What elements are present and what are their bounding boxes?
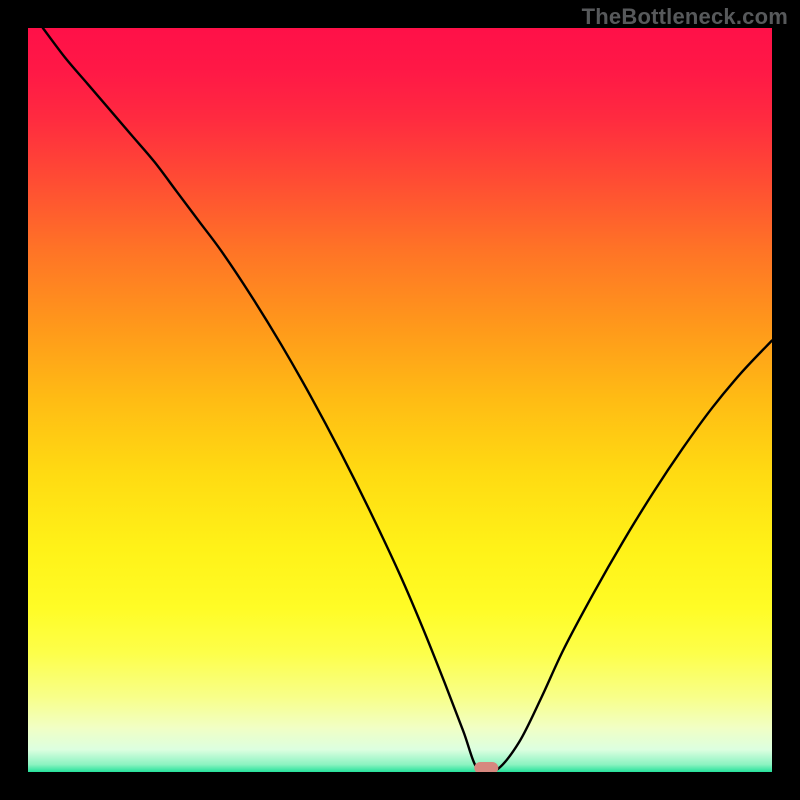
plot-area	[28, 28, 772, 772]
optimal-marker	[474, 762, 498, 772]
chart-frame: TheBottleneck.com	[0, 0, 800, 800]
plot-svg	[28, 28, 772, 772]
watermark-text: TheBottleneck.com	[582, 4, 788, 30]
gradient-background	[28, 28, 772, 772]
